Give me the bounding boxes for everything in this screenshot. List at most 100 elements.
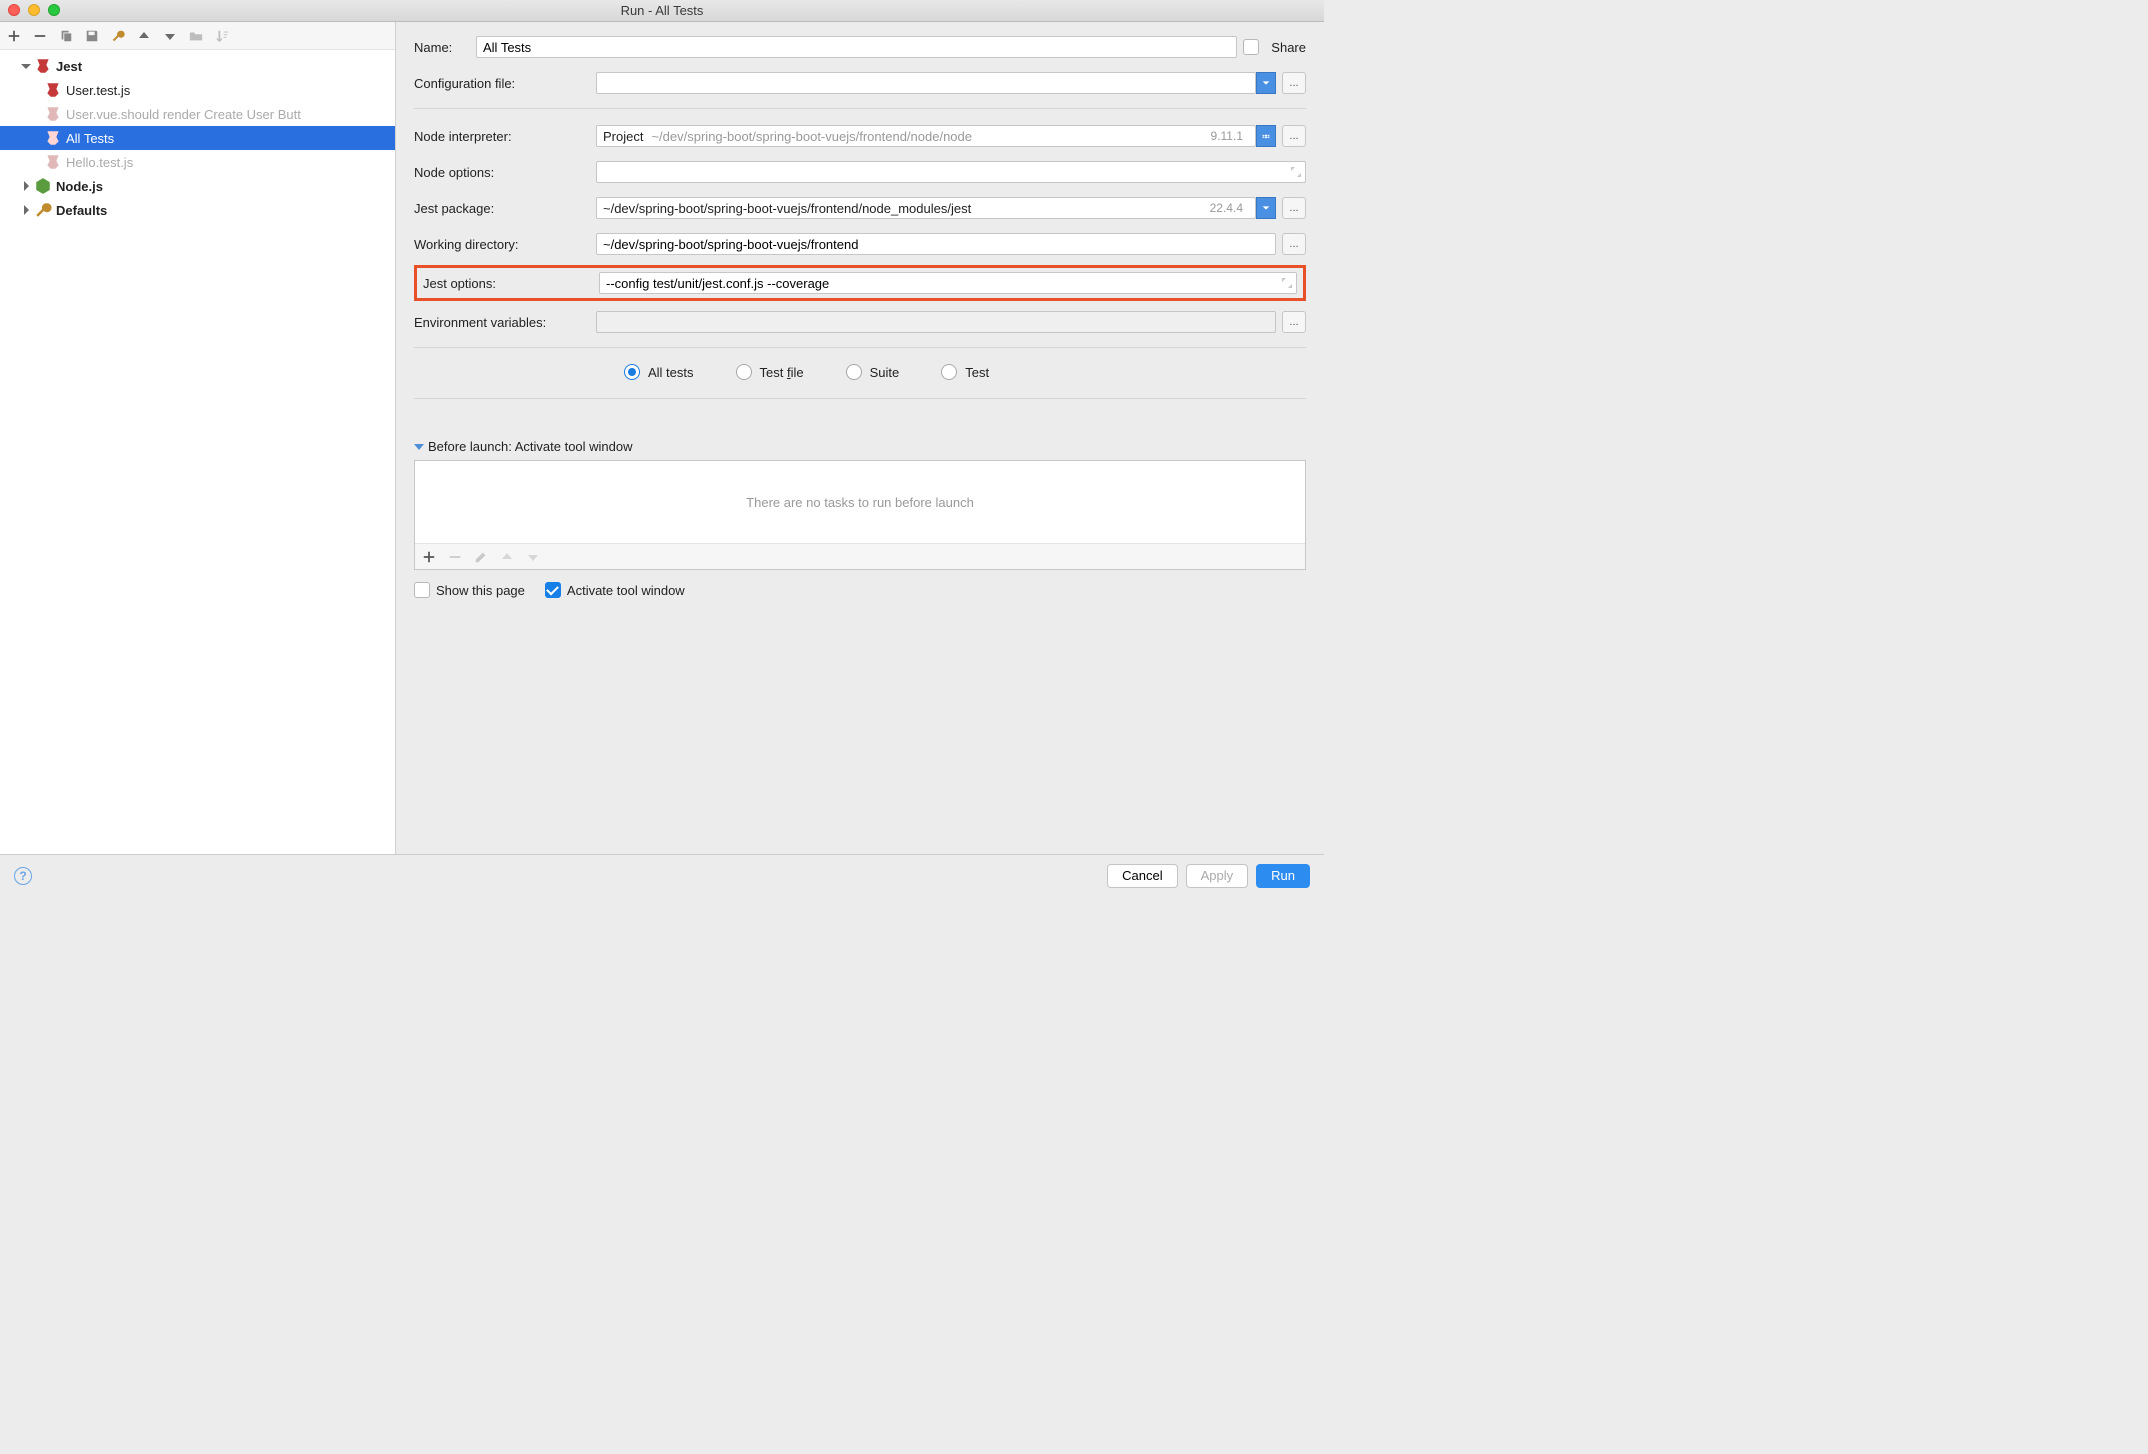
remove-icon[interactable] xyxy=(32,28,48,44)
before-launch-section: Before launch: Activate tool window Ther… xyxy=(414,439,1306,598)
jest-package-path: ~/dev/spring-boot/spring-boot-vuejs/fron… xyxy=(603,201,971,216)
jest-package-input[interactable]: ~/dev/spring-boot/spring-boot-vuejs/fron… xyxy=(596,197,1256,219)
jest-options-input[interactable] xyxy=(599,272,1297,294)
browse-button[interactable]: ... xyxy=(1282,311,1306,333)
move-up-icon[interactable] xyxy=(136,28,152,44)
dropdown-icon[interactable] xyxy=(1256,72,1276,94)
interpreter-path: ~/dev/spring-boot/spring-boot-vuejs/fron… xyxy=(651,129,972,144)
interpreter-version: 9.11.1 xyxy=(1211,129,1247,143)
radio-icon xyxy=(624,364,640,380)
jest-icon xyxy=(44,106,62,122)
dropdown-icon[interactable] xyxy=(1256,125,1276,147)
radio-label: Test file xyxy=(760,365,804,380)
nodejs-icon xyxy=(34,178,52,194)
jest-icon xyxy=(44,130,62,146)
jest-options-label: Jest options: xyxy=(423,276,599,291)
wrench-icon xyxy=(34,202,52,218)
caret-right-icon xyxy=(24,205,29,215)
radio-suite[interactable]: Suite xyxy=(846,364,900,380)
node-options-input[interactable] xyxy=(596,161,1306,183)
move-up-icon[interactable] xyxy=(499,549,515,565)
tree-node-hello-test[interactable]: Hello.test.js xyxy=(0,150,395,174)
apply-button[interactable]: Apply xyxy=(1186,864,1249,888)
working-dir-input[interactable] xyxy=(596,233,1276,255)
radio-label: All tests xyxy=(648,365,694,380)
divider xyxy=(414,108,1306,109)
tree-label: Defaults xyxy=(56,203,107,218)
jest-icon xyxy=(44,154,62,170)
node-options-label: Node options: xyxy=(414,165,596,180)
before-launch-toolbar xyxy=(415,543,1305,569)
add-icon[interactable] xyxy=(6,28,22,44)
jest-icon xyxy=(34,58,52,74)
expand-icon[interactable] xyxy=(1290,166,1302,178)
section-caret-icon[interactable] xyxy=(414,444,424,450)
browse-button[interactable]: ... xyxy=(1282,197,1306,219)
move-down-icon[interactable] xyxy=(162,28,178,44)
sidebar: Jest User.test.js User.vue.should render… xyxy=(0,22,396,854)
copy-icon[interactable] xyxy=(58,28,74,44)
tree-label: Hello.test.js xyxy=(66,155,133,170)
sort-icon[interactable] xyxy=(214,28,230,44)
node-interpreter-label: Node interpreter: xyxy=(414,129,596,144)
tree-label: Node.js xyxy=(56,179,103,194)
caret-down-icon xyxy=(21,64,31,69)
dropdown-icon[interactable] xyxy=(1256,197,1276,219)
cancel-button[interactable]: Cancel xyxy=(1107,864,1177,888)
radio-all-tests[interactable]: All tests xyxy=(624,364,694,380)
run-button[interactable]: Run xyxy=(1256,864,1310,888)
node-interpreter-input[interactable]: Project ~/dev/spring-boot/spring-boot-vu… xyxy=(596,125,1256,147)
close-window-icon[interactable] xyxy=(8,4,20,16)
interpreter-prefix: Project xyxy=(603,129,643,144)
jest-icon xyxy=(44,82,62,98)
help-icon[interactable]: ? xyxy=(14,867,32,885)
tree-node-nodejs[interactable]: Node.js xyxy=(0,174,395,198)
tree-node-defaults[interactable]: Defaults xyxy=(0,198,395,222)
expand-icon[interactable] xyxy=(1281,277,1293,289)
zoom-window-icon[interactable] xyxy=(48,4,60,16)
activate-tool-window-checkbox xyxy=(545,582,561,598)
move-down-icon[interactable] xyxy=(525,549,541,565)
tree-label: User.vue.should render Create User Butt xyxy=(66,107,301,122)
name-input[interactable] xyxy=(476,36,1237,58)
remove-icon[interactable] xyxy=(447,549,463,565)
tree-label: Jest xyxy=(56,59,82,74)
working-dir-label: Working directory: xyxy=(414,237,596,252)
config-file-input[interactable] xyxy=(596,72,1256,94)
env-vars-input[interactable] xyxy=(596,311,1276,333)
radio-test[interactable]: Test xyxy=(941,364,989,380)
tree-node-jest[interactable]: Jest xyxy=(0,54,395,78)
jest-options-highlight: Jest options: xyxy=(414,265,1306,301)
radio-icon xyxy=(941,364,957,380)
share-label: Share xyxy=(1271,40,1306,55)
env-vars-label: Environment variables: xyxy=(414,315,596,330)
show-this-page-label: Show this page xyxy=(436,583,525,598)
browse-button[interactable]: ... xyxy=(1282,72,1306,94)
minimize-window-icon[interactable] xyxy=(28,4,40,16)
settings-wrench-icon[interactable] xyxy=(110,28,126,44)
show-this-page-checkbox xyxy=(414,582,430,598)
titlebar: Run - All Tests xyxy=(0,0,1324,22)
show-this-page-option[interactable]: Show this page xyxy=(414,582,525,598)
window-title: Run - All Tests xyxy=(621,3,704,18)
activate-tool-window-option[interactable]: Activate tool window xyxy=(545,582,685,598)
folder-icon[interactable] xyxy=(188,28,204,44)
browse-button[interactable]: ... xyxy=(1282,125,1306,147)
main-panel: Name: Share Configuration file: ... Node… xyxy=(396,22,1324,854)
before-launch-list: There are no tasks to run before launch xyxy=(414,460,1306,570)
tree-node-user-test[interactable]: User.test.js xyxy=(0,78,395,102)
edit-icon[interactable] xyxy=(473,549,489,565)
tree-label: All Tests xyxy=(66,131,114,146)
tree-node-user-vue[interactable]: User.vue.should render Create User Butt xyxy=(0,102,395,126)
activate-tool-window-label: Activate tool window xyxy=(567,583,685,598)
footer: ? Cancel Apply Run xyxy=(0,854,1324,896)
name-label: Name: xyxy=(414,40,476,55)
tree-label: User.test.js xyxy=(66,83,130,98)
share-checkbox[interactable] xyxy=(1243,39,1259,55)
save-icon[interactable] xyxy=(84,28,100,44)
add-icon[interactable] xyxy=(421,549,437,565)
radio-test-file[interactable]: Test file xyxy=(736,364,804,380)
window-controls xyxy=(8,4,60,16)
tree-node-all-tests[interactable]: All Tests xyxy=(0,126,395,150)
browse-button[interactable]: ... xyxy=(1282,233,1306,255)
